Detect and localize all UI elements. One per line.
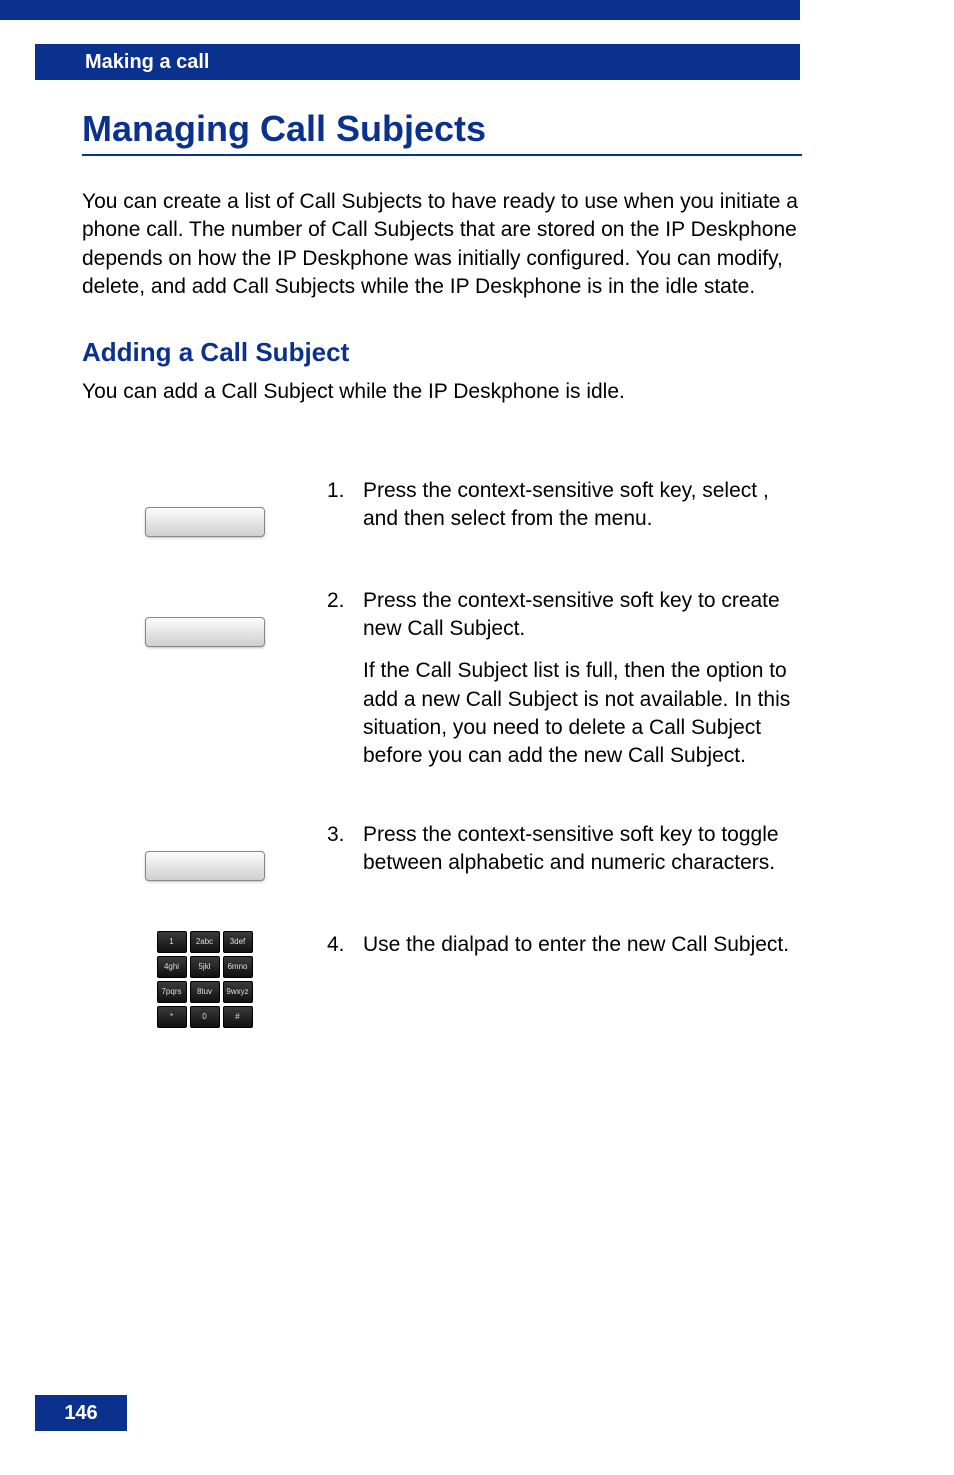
step-1-frag-a: Press the — [363, 479, 458, 502]
step-1-body: Press the context-sensitive soft key, se… — [363, 477, 802, 534]
step-4-frag-a: Use the dialpad to enter the new Call Su… — [363, 933, 789, 956]
dialpad-key-8: 8tuv — [190, 981, 220, 1003]
step-4-text: 4. Use the dialpad to enter the new Call… — [327, 931, 802, 959]
softkey-icon — [145, 851, 265, 881]
dialpad-key-9: 9wxyz — [223, 981, 253, 1003]
step-3-icon-cell — [82, 821, 327, 881]
dialpad-key-3: 3def — [223, 931, 253, 953]
step-2-number: 2. — [327, 587, 363, 771]
section-header-bar: Making a call — [35, 44, 800, 80]
dialpad-key-6: 6mno — [223, 956, 253, 978]
step-1-frag-b: context-sensitive soft key, select — [458, 479, 763, 502]
dialpad-key-star: * — [157, 1006, 187, 1028]
step-3-body: Press the context-sensitive soft key to … — [363, 821, 802, 878]
content-area: Managing Call Subjects You can create a … — [82, 108, 802, 1078]
step-2-body: Press the context-sensitive soft key to … — [363, 587, 802, 771]
step-row-2: 2. Press the context-sensitive soft key … — [82, 587, 802, 771]
intro-paragraph: You can create a list of Call Subjects t… — [82, 188, 802, 301]
steps-list: 1. Press the context-sensitive soft key,… — [82, 477, 802, 1028]
dialpad-key-2: 2abc — [190, 931, 220, 953]
softkey-icon — [145, 507, 265, 537]
step-2-frag-a: Press the — [363, 589, 458, 612]
step-1-frag-d: from the menu. — [511, 507, 652, 530]
page-number: 146 — [64, 1402, 97, 1425]
sub-intro-paragraph: You can add a Call Subject while the IP … — [82, 378, 802, 406]
page-number-box: 146 — [35, 1395, 127, 1431]
subheading: Adding a Call Subject — [82, 337, 802, 368]
step-3-number: 3. — [327, 821, 363, 878]
top-color-band — [0, 0, 800, 20]
step-2-icon-cell — [82, 587, 327, 647]
step-2-text: 2. Press the context-sensitive soft key … — [327, 587, 802, 771]
step-3-text: 3. Press the context-sensitive soft key … — [327, 821, 802, 878]
page-title: Managing Call Subjects — [82, 108, 802, 156]
step-4-icon-cell: 1 2abc 3def 4ghi 5jkl 6mno 7pqrs 8tuv 9w… — [82, 931, 327, 1028]
step-2-note-block: If the Call Subject list is full, then t… — [363, 657, 802, 770]
step-row-1: 1. Press the context-sensitive soft key,… — [82, 477, 802, 537]
section-header-text: Making a call — [85, 51, 210, 74]
dialpad-key-0: 0 — [190, 1006, 220, 1028]
step-1-text: 1. Press the context-sensitive soft key,… — [327, 477, 802, 534]
softkey-icon — [145, 617, 265, 647]
dialpad-icon: 1 2abc 3def 4ghi 5jkl 6mno 7pqrs 8tuv 9w… — [157, 931, 253, 1028]
step-4-number: 4. — [327, 931, 363, 959]
step-row-4: 1 2abc 3def 4ghi 5jkl 6mno 7pqrs 8tuv 9w… — [82, 931, 802, 1028]
dialpad-key-1: 1 — [157, 931, 187, 953]
step-row-3: 3. Press the context-sensitive soft key … — [82, 821, 802, 881]
step-2-note-body: If the Call Subject list is full, then t… — [363, 659, 790, 767]
dialpad-key-hash: # — [223, 1006, 253, 1028]
dialpad-key-7: 7pqrs — [157, 981, 187, 1003]
step-3-frag-a: Press the — [363, 823, 458, 846]
dialpad-key-5: 5jkl — [190, 956, 220, 978]
step-4-body: Use the dialpad to enter the new Call Su… — [363, 931, 802, 959]
dialpad-key-4: 4ghi — [157, 956, 187, 978]
step-1-icon-cell — [82, 477, 327, 537]
step-1-number: 1. — [327, 477, 363, 534]
page: Making a call Managing Call Subjects You… — [0, 0, 954, 1475]
